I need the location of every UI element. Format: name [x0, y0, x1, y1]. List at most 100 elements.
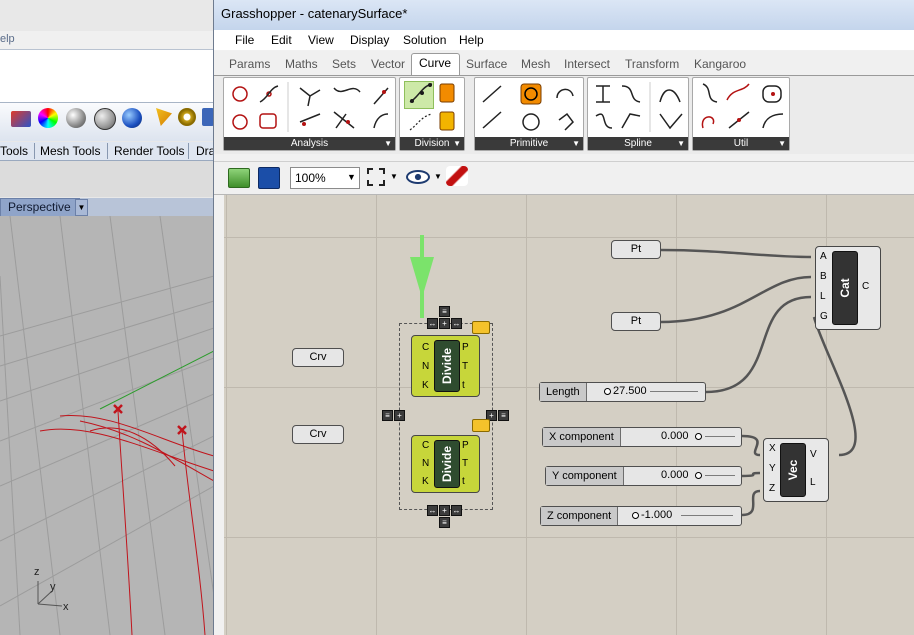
align-right-icon[interactable]: ≡ — [498, 410, 509, 421]
divide-2-input-n[interactable]: N — [422, 458, 429, 469]
divide-component-1[interactable]: C N K Divide P T t — [411, 335, 480, 397]
y-component-slider-knob[interactable] — [695, 472, 702, 479]
curve-param-1-label: Crv — [309, 351, 327, 363]
catenary-input-g[interactable]: G — [820, 311, 828, 322]
vector-input-z[interactable]: Z — [769, 483, 775, 494]
point-param-2[interactable]: Pt — [611, 312, 661, 331]
align-top-center-icon[interactable]: + — [439, 318, 450, 329]
divide-2-output-p[interactable]: P — [462, 440, 469, 451]
divide-1-output-p[interactable]: P — [462, 342, 469, 353]
divide-component-2[interactable]: C N K Divide P T t — [411, 435, 480, 493]
zoom-extents-icon[interactable] — [367, 168, 385, 186]
panel-analysis-footer[interactable]: Analysis ▼ — [224, 137, 395, 150]
catenary-input-a[interactable]: A — [820, 251, 827, 262]
menu-solution[interactable]: Solution — [403, 33, 446, 47]
divide-2-warning-bubble-icon[interactable] — [472, 419, 490, 432]
catenary-input-b[interactable]: B — [820, 271, 827, 282]
menu-view[interactable]: View — [308, 33, 334, 47]
divide-1-input-c[interactable]: C — [422, 342, 429, 353]
panel-division-footer[interactable]: Division ▼ — [400, 137, 464, 150]
divide-1-output-t[interactable]: T — [462, 361, 468, 372]
panel-spline-footer[interactable]: Spline ▼ — [588, 137, 688, 150]
color-wheel-icon[interactable] — [38, 108, 58, 128]
wire-sphere-icon[interactable] — [94, 108, 116, 130]
divide-2-input-k[interactable]: K — [422, 476, 429, 487]
tab-curve[interactable]: Curve — [411, 53, 460, 76]
curve-param-2[interactable]: Crv — [292, 425, 344, 444]
z-component-slider-knob[interactable] — [632, 512, 639, 519]
rhino-tab-tools[interactable]: Tools — [0, 144, 28, 158]
rhino-tab-render-tools[interactable]: Render Tools — [114, 144, 185, 158]
align-bottom-center-icon[interactable]: + — [439, 505, 450, 516]
perspective-viewport[interactable]: z y x — [0, 215, 214, 635]
divide-2-output-t[interactable]: T — [462, 458, 468, 469]
rhino-menu-help[interactable]: elp — [0, 33, 15, 45]
gear-icon[interactable] — [178, 108, 196, 126]
gh-canvas[interactable]: Crv Crv Pt Pt ≡ ↔ + ↔ ≡ + + ≡ ↔ + ↔ ≡ C … — [224, 195, 914, 635]
length-slider[interactable]: Length 27.500 — [539, 382, 706, 402]
align-top-icon[interactable]: ≡ — [439, 306, 450, 317]
util-icons — [701, 83, 784, 129]
open-folder-icon[interactable] — [228, 168, 250, 188]
catenary-input-l[interactable]: L — [820, 291, 826, 302]
z-component-slider-value: -1.000 — [641, 509, 673, 521]
tab-sets[interactable]: Sets — [332, 57, 356, 71]
divide-2-input-c[interactable]: C — [422, 440, 429, 451]
align-left-center-icon[interactable]: + — [394, 410, 405, 421]
zoom-select[interactable]: 100% ▼ — [290, 167, 360, 189]
vector-output-v[interactable]: V — [810, 449, 817, 460]
blue-sphere-icon[interactable] — [122, 108, 142, 128]
preview-eye-icon[interactable] — [406, 170, 430, 184]
vector-input-x[interactable]: X — [769, 443, 776, 454]
point-param-1[interactable]: Pt — [611, 240, 661, 259]
align-bottom-left-icon[interactable]: ↔ — [427, 505, 438, 516]
analysis-icons — [232, 82, 389, 132]
divide-1-input-n[interactable]: N — [422, 361, 429, 372]
align-bottom-right-icon[interactable]: ↔ — [451, 505, 462, 516]
menu-display[interactable]: Display — [350, 33, 389, 47]
rhino-command-area[interactable] — [0, 50, 214, 103]
vector-component[interactable]: X Y Z Vec V L — [763, 438, 829, 502]
preview-dropdown-icon[interactable]: ▼ — [434, 172, 442, 181]
zoom-extents-dropdown-icon[interactable]: ▼ — [390, 172, 398, 181]
menu-help[interactable]: Help — [459, 33, 484, 47]
align-bottom-icon[interactable]: ≡ — [439, 517, 450, 528]
rhino-tab-drafting[interactable]: Dra — [196, 144, 214, 158]
wires — [410, 235, 857, 517]
divide-1-input-k[interactable]: K — [422, 380, 429, 391]
align-top-left-icon[interactable]: ↔ — [427, 318, 438, 329]
align-left-icon[interactable]: ≡ — [382, 410, 393, 421]
menu-edit[interactable]: Edit — [271, 33, 292, 47]
z-component-slider[interactable]: Z component -1.000 — [540, 506, 742, 526]
length-slider-knob[interactable] — [604, 388, 611, 395]
catenary-component[interactable]: A B L G Cat C — [815, 246, 881, 330]
catenary-output-c[interactable]: C — [862, 281, 869, 292]
panel-util-label: Util — [733, 138, 749, 149]
rhino-tab-mesh-tools[interactable]: Mesh Tools — [40, 144, 100, 158]
divide-1-output-t-small[interactable]: t — [462, 380, 465, 391]
x-component-slider[interactable]: X component 0.000 — [542, 427, 742, 447]
curve-param-1[interactable]: Crv — [292, 348, 344, 367]
panel-util-footer[interactable]: Util ▼ — [693, 137, 789, 150]
menu-file[interactable]: File — [235, 33, 254, 47]
red-block-icon[interactable] — [11, 111, 31, 127]
divide-1-warning-bubble-icon[interactable] — [472, 321, 490, 334]
x-component-slider-knob[interactable] — [695, 433, 702, 440]
save-disk-icon[interactable] — [258, 167, 280, 189]
tab-params[interactable]: Params — [229, 57, 270, 71]
tab-maths[interactable]: Maths — [285, 57, 318, 71]
vector-output-l[interactable]: L — [810, 477, 816, 488]
gh-title-bar[interactable]: Grasshopper - catenarySurface* — [214, 0, 914, 30]
panel-primitive-label: Primitive — [509, 138, 549, 149]
panel-primitive-footer[interactable]: Primitive ▼ — [475, 137, 583, 150]
align-top-right-icon[interactable]: ↔ — [451, 318, 462, 329]
gray-sphere-icon[interactable] — [66, 108, 86, 128]
vector-input-y[interactable]: Y — [769, 463, 776, 474]
divide-1-label: Divide — [440, 347, 454, 385]
viewport-title[interactable]: Perspective — [0, 198, 80, 217]
tab-vector[interactable]: Vector — [371, 57, 405, 71]
sketch-pen-icon[interactable] — [446, 166, 468, 186]
divide-2-output-t-small[interactable]: t — [462, 476, 465, 487]
y-component-slider[interactable]: Y component 0.000 — [545, 466, 742, 486]
viewport-dropdown-icon[interactable]: ▼ — [75, 199, 88, 216]
